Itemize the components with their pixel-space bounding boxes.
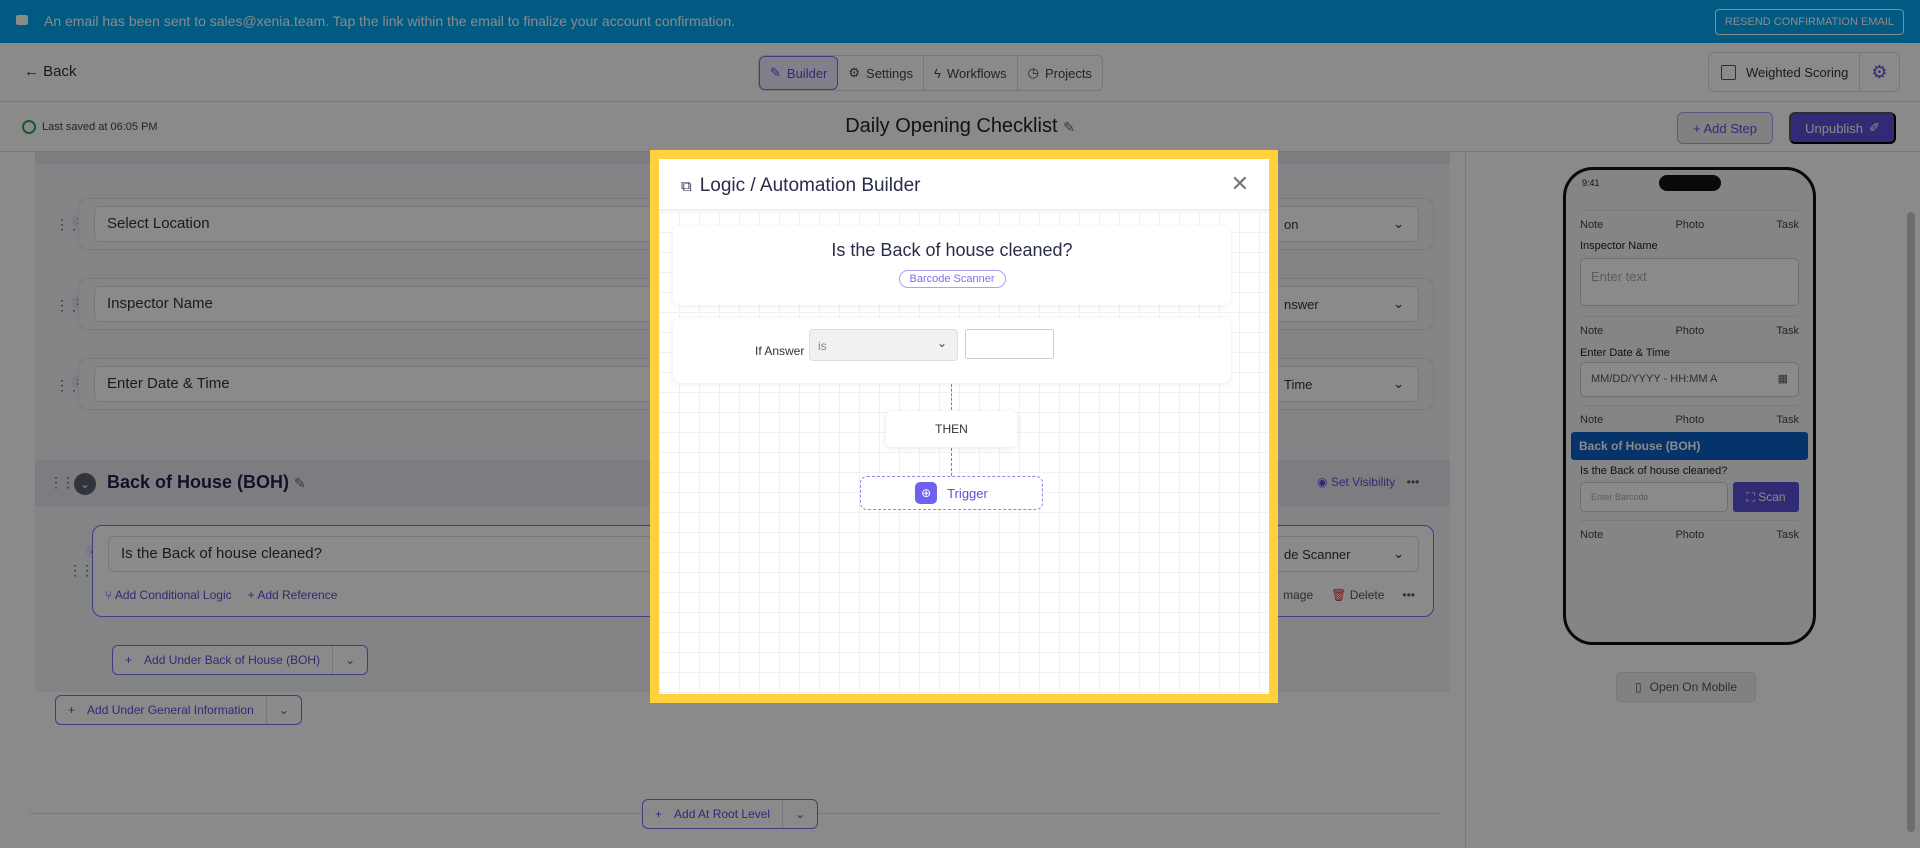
condition-node: If Answer is ⌄ xyxy=(673,318,1231,383)
answer-value-input[interactable] xyxy=(965,329,1054,359)
question-type-chip: Barcode Scanner xyxy=(898,270,1006,288)
modal-title: ⧉ Logic / Automation Builder xyxy=(681,175,920,197)
trigger-label: Trigger xyxy=(947,485,988,501)
modal-header: ⧉ Logic / Automation Builder ✕ xyxy=(659,159,1269,211)
chevron-down-icon: ⌄ xyxy=(936,336,947,350)
plus-circle-icon: ⊕ xyxy=(915,482,938,504)
operator-select[interactable]: is ⌄ xyxy=(809,329,958,361)
add-trigger-button[interactable]: ⊕ Trigger xyxy=(860,476,1043,510)
if-answer-label: If Answer xyxy=(755,344,805,358)
operator-value: is xyxy=(818,339,827,353)
modal-title-text: Logic / Automation Builder xyxy=(699,175,921,196)
connector-line xyxy=(951,384,952,410)
flow-diagram-icon: ⧉ xyxy=(681,177,692,195)
close-icon[interactable]: ✕ xyxy=(1231,171,1249,197)
question-node-title: Is the Back of house cleaned? xyxy=(831,240,1073,260)
then-node: THEN xyxy=(886,411,1017,447)
connector-line xyxy=(951,448,952,476)
logic-canvas: Is the Back of house cleaned? Barcode Sc… xyxy=(659,212,1269,694)
question-node: Is the Back of house cleaned? Barcode Sc… xyxy=(673,226,1231,305)
logic-builder-modal: ⧉ Logic / Automation Builder ✕ Is the Bac… xyxy=(650,150,1278,703)
